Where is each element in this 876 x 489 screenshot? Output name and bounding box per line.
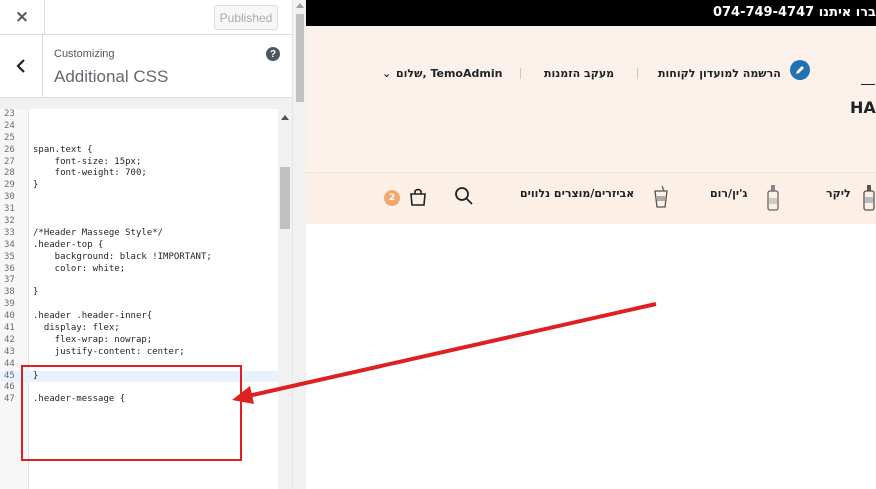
bottle-icon bbox=[767, 185, 779, 211]
account-links: ⌄ שלום, TemoAdmin מעקב הזמנות הרשמה למוע… bbox=[382, 64, 818, 84]
code-text[interactable]: .header-top { bbox=[33, 240, 103, 252]
code-line[interactable]: 35 background: black !IMPORTANT; bbox=[0, 252, 281, 264]
line-number: 23 bbox=[4, 109, 15, 119]
code-line[interactable]: 23 bbox=[0, 109, 281, 121]
code-line[interactable]: 39 bbox=[0, 299, 281, 311]
code-text[interactable]: } bbox=[33, 180, 38, 192]
code-text[interactable]: } bbox=[33, 287, 38, 299]
code-lines: 23 24 25 26 span.text {27 font-size: 15px; 28… bbox=[0, 109, 281, 406]
logo-mark bbox=[861, 84, 875, 85]
site-preview: 074-749-4747 ברו איתנו ⌄ שלום, TemoAdmin… bbox=[306, 0, 876, 489]
code-line[interactable]: 24 bbox=[0, 121, 281, 133]
code-line[interactable]: 40 .header .header-inner{ bbox=[0, 311, 281, 323]
code-line[interactable]: 26 span.text { bbox=[0, 145, 281, 157]
editor-scrollbar-thumb[interactable] bbox=[280, 167, 290, 229]
editor-scrollbar[interactable] bbox=[278, 109, 292, 489]
code-line[interactable]: 25 bbox=[0, 133, 281, 145]
site-logo[interactable]: HA bbox=[850, 98, 876, 117]
code-line[interactable]: 34 .header-top { bbox=[0, 240, 281, 252]
line-number: 31 bbox=[4, 204, 15, 215]
customizer-header: × Published bbox=[0, 0, 292, 35]
pencil-icon[interactable] bbox=[790, 60, 810, 80]
code-text[interactable]: background: black !IMPORTANT; bbox=[33, 252, 212, 264]
code-line[interactable]: 28 font-weight: 700; bbox=[0, 168, 281, 180]
nav-item-liqueur[interactable]: ליקר bbox=[826, 187, 851, 200]
chevron-left-icon bbox=[16, 59, 25, 73]
scroll-up-arrow-icon[interactable] bbox=[281, 115, 289, 120]
code-line[interactable]: 31 bbox=[0, 204, 281, 216]
code-text[interactable]: display: flex; bbox=[33, 323, 120, 335]
line-number: 33 bbox=[4, 227, 15, 238]
code-line[interactable]: 37 bbox=[0, 275, 281, 287]
line-number: 34 bbox=[4, 239, 15, 250]
account-greeting[interactable]: שלום, TemoAdmin bbox=[396, 67, 502, 80]
phone-number[interactable]: 074-749-4747 ברו איתנו bbox=[713, 5, 876, 20]
code-text[interactable]: /*Header Massege Style*/ bbox=[33, 228, 163, 240]
line-number: 39 bbox=[4, 299, 15, 310]
scroll-up-arrow-icon[interactable] bbox=[296, 3, 304, 8]
shopping-bag-icon[interactable] bbox=[408, 187, 428, 207]
line-number: 25 bbox=[4, 132, 15, 143]
register-club-link[interactable]: הרשמה למועדון לקוחות bbox=[658, 67, 781, 80]
divider bbox=[520, 68, 521, 79]
publish-button[interactable]: Published bbox=[214, 5, 278, 30]
code-text[interactable]: .header .header-inner{ bbox=[33, 311, 152, 323]
line-number: 28 bbox=[4, 168, 15, 179]
line-number: 27 bbox=[4, 156, 15, 167]
code-text[interactable]: justify-content: center; bbox=[33, 347, 185, 359]
code-line[interactable]: 33 /*Header Massege Style*/ bbox=[0, 228, 281, 240]
panel-scrollbar-thumb[interactable] bbox=[296, 14, 304, 102]
code-line[interactable]: 30 bbox=[0, 192, 281, 204]
line-number: 32 bbox=[4, 216, 15, 227]
account-menu-chevron-icon[interactable]: ⌄ bbox=[382, 67, 391, 80]
line-number: 38 bbox=[4, 287, 15, 298]
line-number: 35 bbox=[4, 251, 15, 262]
code-line[interactable]: 41 display: flex; bbox=[0, 323, 281, 335]
code-text[interactable]: font-size: 15px; bbox=[33, 157, 142, 169]
code-line[interactable]: 29} bbox=[0, 180, 281, 192]
help-icon[interactable]: ? bbox=[266, 47, 280, 61]
bottle-icon bbox=[863, 185, 875, 211]
code-line[interactable]: 32 bbox=[0, 216, 281, 228]
cart-count-badge[interactable]: 2 bbox=[384, 190, 400, 206]
line-number: 40 bbox=[4, 311, 15, 322]
line-number: 30 bbox=[4, 192, 15, 203]
line-number: 42 bbox=[4, 334, 15, 345]
code-text[interactable]: flex-wrap: nowrap; bbox=[33, 335, 153, 347]
header-main bbox=[306, 26, 876, 172]
line-number: 24 bbox=[4, 120, 15, 131]
code-text[interactable]: color: white; bbox=[33, 264, 125, 276]
search-icon[interactable] bbox=[454, 186, 474, 206]
section-title: Additional CSS bbox=[54, 67, 169, 86]
line-number: 41 bbox=[4, 323, 15, 334]
line-number: 26 bbox=[4, 144, 15, 155]
code-text[interactable]: font-weight: 700; bbox=[33, 168, 147, 180]
code-line[interactable]: 43 justify-content: center; bbox=[0, 347, 281, 359]
panel-scrollbar[interactable] bbox=[292, 0, 307, 489]
code-line[interactable]: 36 color: white; bbox=[0, 264, 281, 276]
line-number: 29 bbox=[4, 180, 15, 191]
nav-item-accessories[interactable]: אביזרים/מוצרים נלווים bbox=[520, 187, 634, 200]
code-text[interactable]: span.text { bbox=[33, 145, 93, 157]
code-line[interactable]: 42 flex-wrap: nowrap; bbox=[0, 335, 281, 347]
divider bbox=[637, 68, 638, 79]
track-order-link[interactable]: מעקב הזמנות bbox=[544, 67, 614, 80]
header-top-bar: 074-749-4747 ברו איתנו bbox=[306, 0, 876, 26]
close-customizer-button[interactable]: × bbox=[0, 0, 45, 34]
code-line[interactable]: 27 font-size: 15px; bbox=[0, 157, 281, 169]
section-header: Customizing Additional CSS ? bbox=[0, 35, 292, 98]
code-line[interactable]: 38} bbox=[0, 287, 281, 299]
line-number: 43 bbox=[4, 346, 15, 357]
line-number: 37 bbox=[4, 275, 15, 286]
cocktail-glass-icon bbox=[654, 185, 668, 208]
nav-item-gin-rum[interactable]: ג'ין/רום bbox=[710, 187, 747, 200]
back-button[interactable] bbox=[0, 35, 43, 97]
breadcrumb: Customizing bbox=[54, 48, 115, 60]
annotation-highlight-box bbox=[21, 365, 242, 461]
line-number: 36 bbox=[4, 263, 15, 274]
